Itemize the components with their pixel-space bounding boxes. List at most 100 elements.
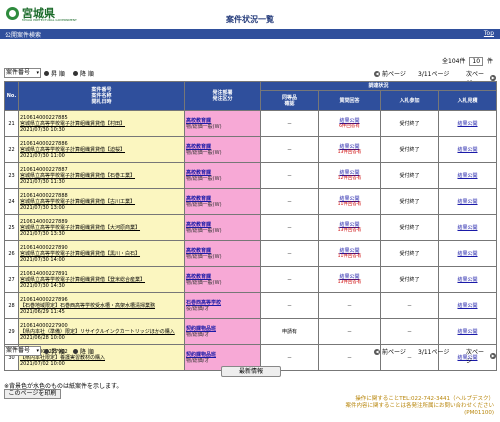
equiv-cell: － xyxy=(260,240,319,267)
result-link[interactable]: 結果公開 xyxy=(458,121,478,127)
result-link[interactable]: 結果公開 xyxy=(458,147,478,153)
question-cell: 結果公開 6件回答有 xyxy=(318,110,381,137)
question-status: － xyxy=(346,328,352,335)
radio-dot-icon xyxy=(44,349,49,354)
header-case: 案件番号 案件名称 開札日時 xyxy=(18,81,185,111)
case-cell: 210614000227896 【石巻地域限定】石巻西高等学校受水槽・高架水槽清掃… xyxy=(18,292,185,319)
equiv-cell: － xyxy=(260,136,319,163)
header-result: 入札見積 xyxy=(437,90,498,111)
open-date: 2021/07/30 13:30 xyxy=(20,230,65,237)
row-number: 24 xyxy=(4,188,19,215)
open-date: 2021/06/29 11:45 xyxy=(20,308,65,315)
header-equiv: 同等品 確認 xyxy=(260,90,319,111)
open-date: 2021/07/30 11:00 xyxy=(20,152,65,159)
dept-cell: 契約課物品班 物/総価/オ xyxy=(184,318,261,345)
contact-info: 操作に関することTEL:022-742-3441（ヘルプデスク） 案件内容に関す… xyxy=(345,396,494,417)
page-indicator-bottom: 3/11ページ xyxy=(418,349,450,356)
case-cell: 210614000227889 宮城県立高等学校電子計算組織賃貸借【大河原商業】 2… xyxy=(18,214,185,241)
total-count: 全104件 xyxy=(442,58,466,65)
dept-cell: 高校教育課 物/総価一般(W) xyxy=(184,240,261,267)
top-link[interactable]: Top xyxy=(484,30,494,37)
case-cell: 210614000227891 宮城県立高等学校電子計算組織賃貸借【登米総合産業】… xyxy=(18,266,185,293)
case-cell: 210614000227885 宮城県立高等学校電子計算組織賃貸借【村田】 2021… xyxy=(18,110,185,137)
print-button[interactable]: このページを印刷 xyxy=(4,389,61,399)
bid-cell: 受付終了 xyxy=(380,214,439,241)
result-link[interactable]: 結果公開 xyxy=(458,225,478,231)
result-link[interactable]: 結果公開 xyxy=(458,277,478,283)
order-kubun: 物/総価一般(W) xyxy=(186,123,222,130)
open-date: 2021/07/30 14:30 xyxy=(20,282,65,289)
contact-line-3: (PM01100) xyxy=(464,410,494,416)
order-kubun: 物/総価一般(W) xyxy=(186,279,222,286)
open-date: 2021/06/28 10:00 xyxy=(20,334,65,341)
question-answer-count: 13件回答有 xyxy=(337,149,362,155)
result-link[interactable]: 結果公開 xyxy=(458,199,478,205)
order-kubun: 物/総価一般(W) xyxy=(186,253,222,260)
row-number: 28 xyxy=(4,292,19,319)
top-controls: 案件番号 昇 順 降 順 ◀前ページ 3/11ページ 次ページ▶ xyxy=(4,68,498,87)
open-date: 2021/07/30 11:30 xyxy=(20,178,65,185)
equiv-cell: － xyxy=(260,188,319,215)
result-link[interactable]: 結果公開 xyxy=(458,329,478,335)
prev-label: 前ページ xyxy=(382,71,406,78)
question-cell: 結果公開 11件回答有 xyxy=(318,188,381,215)
row-number: 29 xyxy=(4,318,19,345)
sort-select-bottom[interactable]: 案件番号 xyxy=(4,346,41,356)
row-number: 23 xyxy=(4,162,19,189)
latest-info-button[interactable]: 最新情報 xyxy=(221,366,281,377)
case-name-link[interactable]: 【県内本社（準備）限定】リサイクルインクカートリッジほかの購入 xyxy=(20,329,183,335)
question-answer-count: 11件回答有 xyxy=(337,201,362,207)
prev-page-link-bottom[interactable]: ◀ 前ページ xyxy=(372,347,406,356)
result-cell: 結果公開 xyxy=(437,188,498,215)
radio-desc-label: 降 順 xyxy=(80,349,94,356)
equiv-cell: 申請有 xyxy=(260,318,319,345)
question-cell: 結果公開 13件回答有 xyxy=(318,136,381,163)
equiv-cell: － xyxy=(260,266,319,293)
per-page-select[interactable]: 10 xyxy=(469,57,484,66)
question-cell: － xyxy=(318,318,381,345)
open-date: 2021/07/02 10:00 xyxy=(20,360,65,367)
result-cell: 結果公開 xyxy=(437,318,498,345)
table-row: 28 210614000227896 【石巻地域限定】石巻西高等学校受水槽・高架水槽… xyxy=(4,292,498,319)
question-cell: 結果公開 13件回答有 xyxy=(318,266,381,293)
result-cell: 結果公開 xyxy=(437,240,498,267)
result-cell: 結果公開 xyxy=(437,162,498,189)
sort-select[interactable]: 案件番号 xyxy=(4,68,41,78)
order-kubun: 物/総価一般(W) xyxy=(186,201,222,208)
case-cell: 210614000227890 宮城県立高等学校電子計算組織賃貸借【黒川・白石】 2… xyxy=(18,240,185,267)
case-cell: 210614000227900 【県内本社（準備）限定】リサイクルインクカートリッ… xyxy=(18,318,185,345)
order-kubun: 役/総価/オ xyxy=(186,305,210,312)
question-cell: 結果公開 12件回答有 xyxy=(318,162,381,189)
question-cell: 結果公開 13件回答有 xyxy=(318,214,381,241)
dept-cell: 高校教育課 物/総価一般(W) xyxy=(184,266,261,293)
prev-arrow-icon: ◀ xyxy=(374,70,380,77)
next-arrow-icon: ▶ xyxy=(490,353,496,359)
prev-page-link[interactable]: ◀ 前ページ xyxy=(372,69,406,78)
question-answer-count: 12件回答有 xyxy=(337,175,362,181)
radio-dot-icon xyxy=(44,71,49,76)
result-link[interactable]: 結果公開 xyxy=(458,303,478,309)
bid-cell: 受付終了 xyxy=(380,136,439,163)
radio-desc[interactable]: 降 順 xyxy=(73,69,94,78)
radio-desc-bottom[interactable]: 降 順 xyxy=(73,347,94,356)
table-row: 22 210614000227886 宮城県立高等学校電子計算組織賃貸借【迫桜】 20… xyxy=(4,136,498,163)
radio-asc[interactable]: 昇 順 xyxy=(44,69,65,78)
table-row: 27 210614000227891 宮城県立高等学校電子計算組織賃貸借【登米総合産… xyxy=(4,266,498,293)
dept-cell: 高校教育課 物/総価一般(W) xyxy=(184,188,261,215)
result-link[interactable]: 結果公開 xyxy=(458,173,478,179)
next-label: 次ページ xyxy=(466,349,485,365)
equiv-cell: － xyxy=(260,214,319,241)
question-cell: － xyxy=(318,292,381,319)
table-row: 23 210614000227887 宮城県立高等学校電子計算組織賃貸借【石巻工業】… xyxy=(4,162,498,189)
radio-asc-bottom[interactable]: 昇 順 xyxy=(44,347,65,356)
question-cell: 結果公開 11件回答有 xyxy=(318,240,381,267)
dept-cell: 高校教育課 物/総価一般(W) xyxy=(184,214,261,241)
table-row: 25 210614000227889 宮城県立高等学校電子計算組織賃貸借【大河原商業… xyxy=(4,214,498,241)
dept-cell: 高校教育課 物/総価一般(W) xyxy=(184,110,261,137)
next-page-link-bottom[interactable]: 次ページ ▶ xyxy=(466,347,498,365)
row-number: 21 xyxy=(4,110,19,137)
result-link[interactable]: 結果公開 xyxy=(458,251,478,257)
bid-cell: 受付終了 xyxy=(380,240,439,267)
radio-dot-icon xyxy=(73,71,78,76)
dept-cell: 高校教育課 物/総価一般(W) xyxy=(184,136,261,163)
